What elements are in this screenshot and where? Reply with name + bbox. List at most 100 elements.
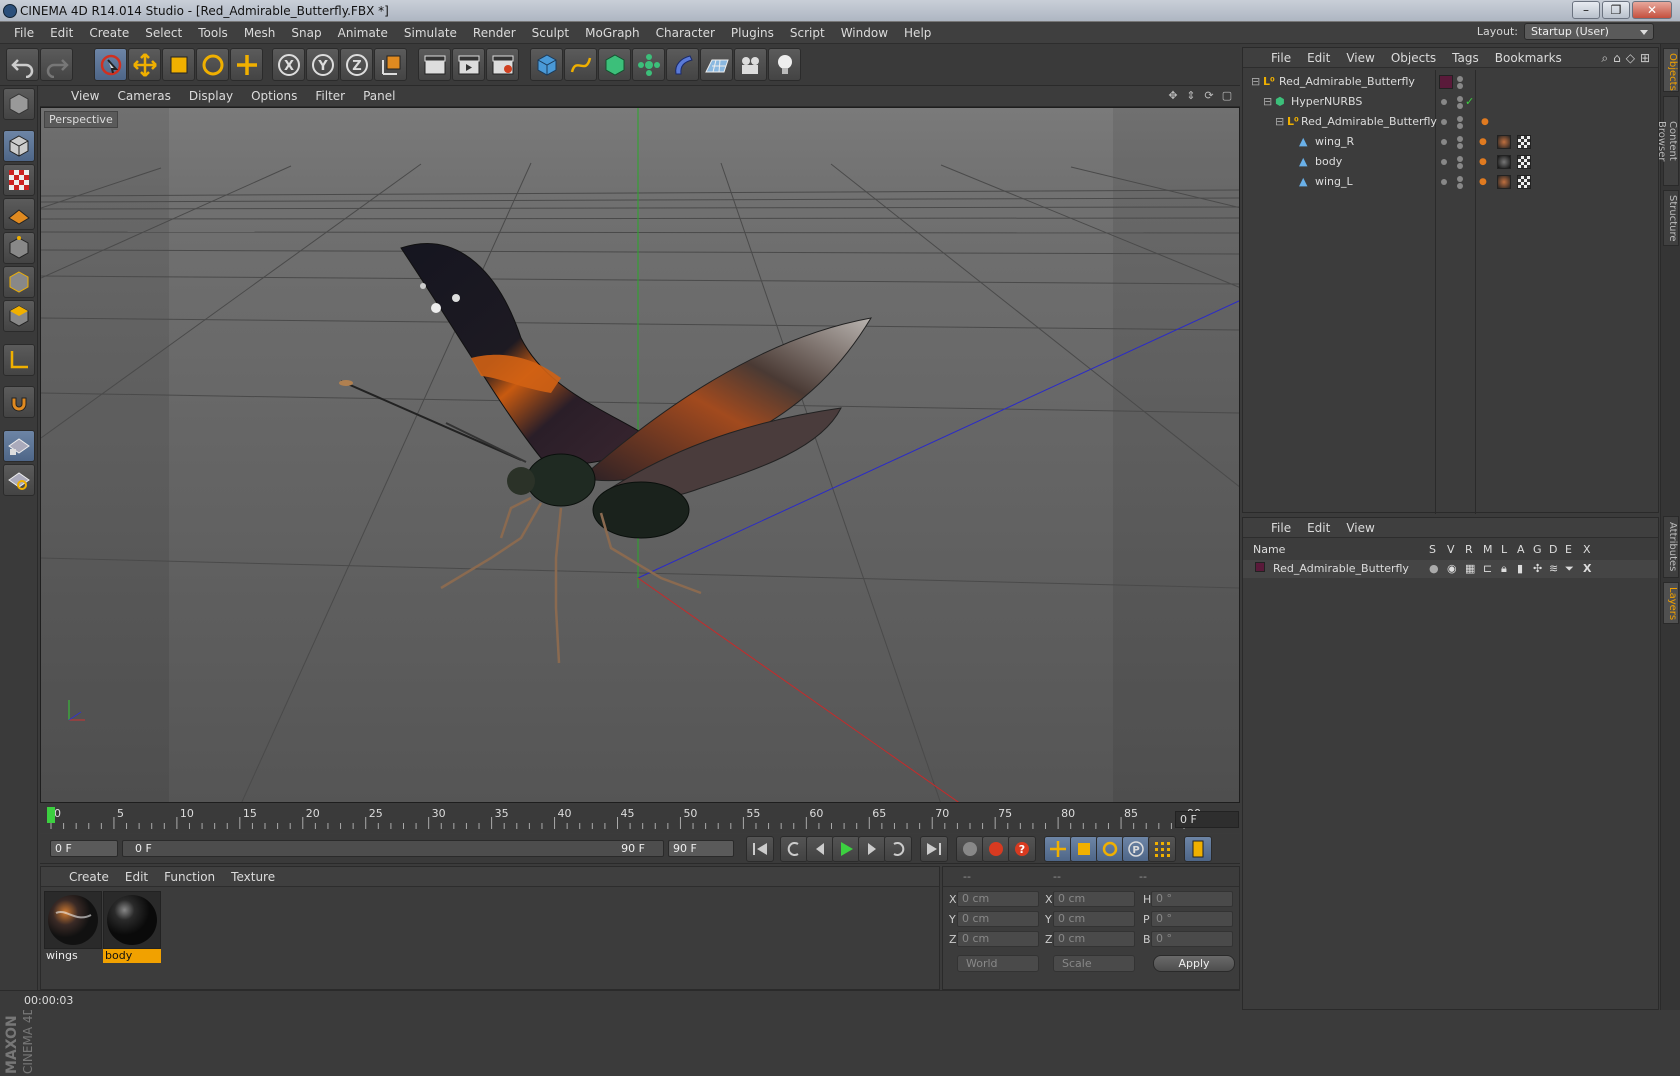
maximize-button[interactable]: ❐	[1602, 1, 1630, 19]
layer-column-a[interactable]: A	[1517, 543, 1525, 556]
viewport-menu-cameras[interactable]: Cameras	[108, 89, 179, 103]
tree-item-hypernurbs[interactable]: ⊟ ⬢ HyperNURBS ✓	[1243, 92, 1658, 112]
layout-select[interactable]: Startup (User)	[1524, 23, 1654, 40]
tree-item-wing-l[interactable]: ▲ wing_L ●	[1243, 172, 1658, 192]
layer-column-s[interactable]: S	[1429, 543, 1436, 556]
manager-toggle-icon[interactable]: ⊏	[1483, 562, 1492, 575]
layer-column-d[interactable]: D	[1549, 543, 1557, 556]
camera-button[interactable]	[734, 48, 767, 81]
render-visibility-dot[interactable]	[1457, 163, 1463, 169]
spline-button[interactable]	[564, 48, 597, 81]
rot-p-field[interactable]: 0 °	[1151, 911, 1233, 927]
motion-record-button[interactable]	[956, 836, 984, 862]
end-frame-field[interactable]: 90 F	[668, 840, 734, 857]
x-axis-lock-button[interactable]: X	[272, 48, 305, 81]
menu-select[interactable]: Select	[137, 22, 190, 44]
pos-x-field[interactable]: 0 cm	[957, 891, 1039, 907]
menu-tools[interactable]: Tools	[190, 22, 236, 44]
move-tool-button[interactable]	[128, 48, 161, 81]
redo-button[interactable]	[40, 48, 73, 81]
phong-tag-icon[interactable]: ●	[1479, 152, 1487, 172]
xref-toggle-icon[interactable]: X	[1583, 562, 1591, 575]
key-rotation-button[interactable]	[1096, 836, 1124, 862]
texture-tag-wings[interactable]	[1497, 135, 1511, 149]
editor-visibility-dot[interactable]	[1457, 76, 1463, 82]
object-menu-file[interactable]: File	[1263, 51, 1299, 65]
viewport-move-icon[interactable]: ✥	[1166, 89, 1180, 103]
size-x-field[interactable]: 0 cm	[1053, 891, 1135, 907]
z-axis-lock-button[interactable]: Z	[340, 48, 373, 81]
key-parameter-button[interactable]: P	[1122, 836, 1150, 862]
go-to-end-button[interactable]	[920, 836, 948, 862]
make-editable-button[interactable]	[3, 88, 35, 120]
menu-window[interactable]: Window	[833, 22, 896, 44]
rotate-tool-button[interactable]	[196, 48, 229, 81]
deformer-toggle-icon[interactable]: ≋	[1549, 562, 1558, 575]
viewport-maximize-icon[interactable]: ▢	[1220, 89, 1234, 103]
new-window-icon[interactable]: ⊞	[1640, 51, 1650, 66]
perspective-viewport[interactable]: Perspective	[40, 107, 1240, 803]
filter-icon[interactable]: ◇	[1626, 51, 1635, 66]
axis-mode-button[interactable]	[3, 344, 35, 376]
render-visibility-dot[interactable]	[1457, 183, 1463, 189]
object-menu-bookmarks[interactable]: Bookmarks	[1487, 51, 1570, 65]
previous-frame-button[interactable]	[806, 836, 834, 862]
viewport-menu-display[interactable]: Display	[180, 89, 242, 103]
menu-create[interactable]: Create	[81, 22, 137, 44]
layer-menu-file[interactable]: File	[1263, 521, 1299, 535]
start-frame-field[interactable]: 0 F	[50, 840, 118, 857]
texture-tag-body[interactable]	[1497, 155, 1511, 169]
tab-structure[interactable]: Structure	[1663, 190, 1679, 246]
array-button[interactable]	[632, 48, 665, 81]
key-pla-button[interactable]	[1148, 836, 1176, 862]
render-visibility-dot[interactable]	[1457, 123, 1463, 129]
render-settings-button[interactable]	[486, 48, 519, 81]
material-body[interactable]: body	[103, 891, 161, 963]
cube-primitive-button[interactable]	[530, 48, 563, 81]
layer-column-r[interactable]: R	[1465, 543, 1473, 556]
layer-menu-edit[interactable]: Edit	[1299, 521, 1338, 535]
size-z-field[interactable]: 0 cm	[1053, 931, 1135, 947]
viewport-menu-panel[interactable]: Panel	[354, 89, 404, 103]
object-menu-tags[interactable]: Tags	[1444, 51, 1487, 65]
visibility-dot[interactable]	[1441, 119, 1447, 125]
layer-column-e[interactable]: E	[1565, 543, 1572, 556]
apply-button[interactable]: Apply	[1153, 955, 1235, 972]
material-menu-function[interactable]: Function	[156, 870, 223, 884]
pos-y-field[interactable]: 0 cm	[957, 911, 1039, 927]
animation-toggle-icon[interactable]: ▮	[1517, 562, 1523, 575]
viewport-zoom-icon[interactable]: ⇕	[1184, 89, 1198, 103]
enabled-check-icon[interactable]: ✓	[1465, 92, 1474, 112]
deformer-button[interactable]	[666, 48, 699, 81]
collapse-icon[interactable]: ⊟	[1251, 72, 1260, 92]
record-keys-button[interactable]	[982, 836, 1010, 862]
live-selection-button[interactable]	[94, 48, 127, 81]
model-mode-button[interactable]	[3, 130, 35, 162]
layer-column-l[interactable]: L	[1501, 543, 1507, 556]
editor-visibility-dot[interactable]	[1457, 96, 1463, 102]
layer-color-tag[interactable]	[1439, 75, 1453, 89]
timeline-button[interactable]	[1184, 836, 1212, 862]
polygons-mode-button[interactable]	[3, 300, 35, 332]
phong-tag-icon[interactable]: ●	[1481, 112, 1489, 132]
current-frame-field[interactable]: 0 F	[1175, 811, 1239, 828]
tree-item-body[interactable]: ▲ body ●	[1243, 152, 1658, 172]
visibility-dot[interactable]	[1441, 179, 1447, 185]
texture-tag-wings[interactable]	[1497, 175, 1511, 189]
viewport-menu-view[interactable]: View	[62, 89, 108, 103]
menu-character[interactable]: Character	[648, 22, 723, 44]
menu-animate[interactable]: Animate	[330, 22, 396, 44]
timeline-ruler[interactable]: 051015202530354045505560657075808590	[40, 805, 1240, 833]
collapse-icon[interactable]: ⊟	[1263, 92, 1272, 112]
object-menu-objects[interactable]: Objects	[1383, 51, 1444, 65]
workplane-button[interactable]	[3, 198, 35, 230]
render-visibility-dot[interactable]	[1457, 83, 1463, 89]
editor-visibility-dot[interactable]	[1457, 136, 1463, 142]
lock-toggle-icon[interactable]: 🔒︎	[1501, 562, 1507, 576]
uvw-tag[interactable]	[1517, 135, 1531, 149]
render-visibility-dot[interactable]	[1457, 143, 1463, 149]
autokeying-button[interactable]: ?	[1008, 836, 1036, 862]
layer-menu-view[interactable]: View	[1338, 521, 1382, 535]
menu-plugins[interactable]: Plugins	[723, 22, 782, 44]
menu-help[interactable]: Help	[896, 22, 939, 44]
